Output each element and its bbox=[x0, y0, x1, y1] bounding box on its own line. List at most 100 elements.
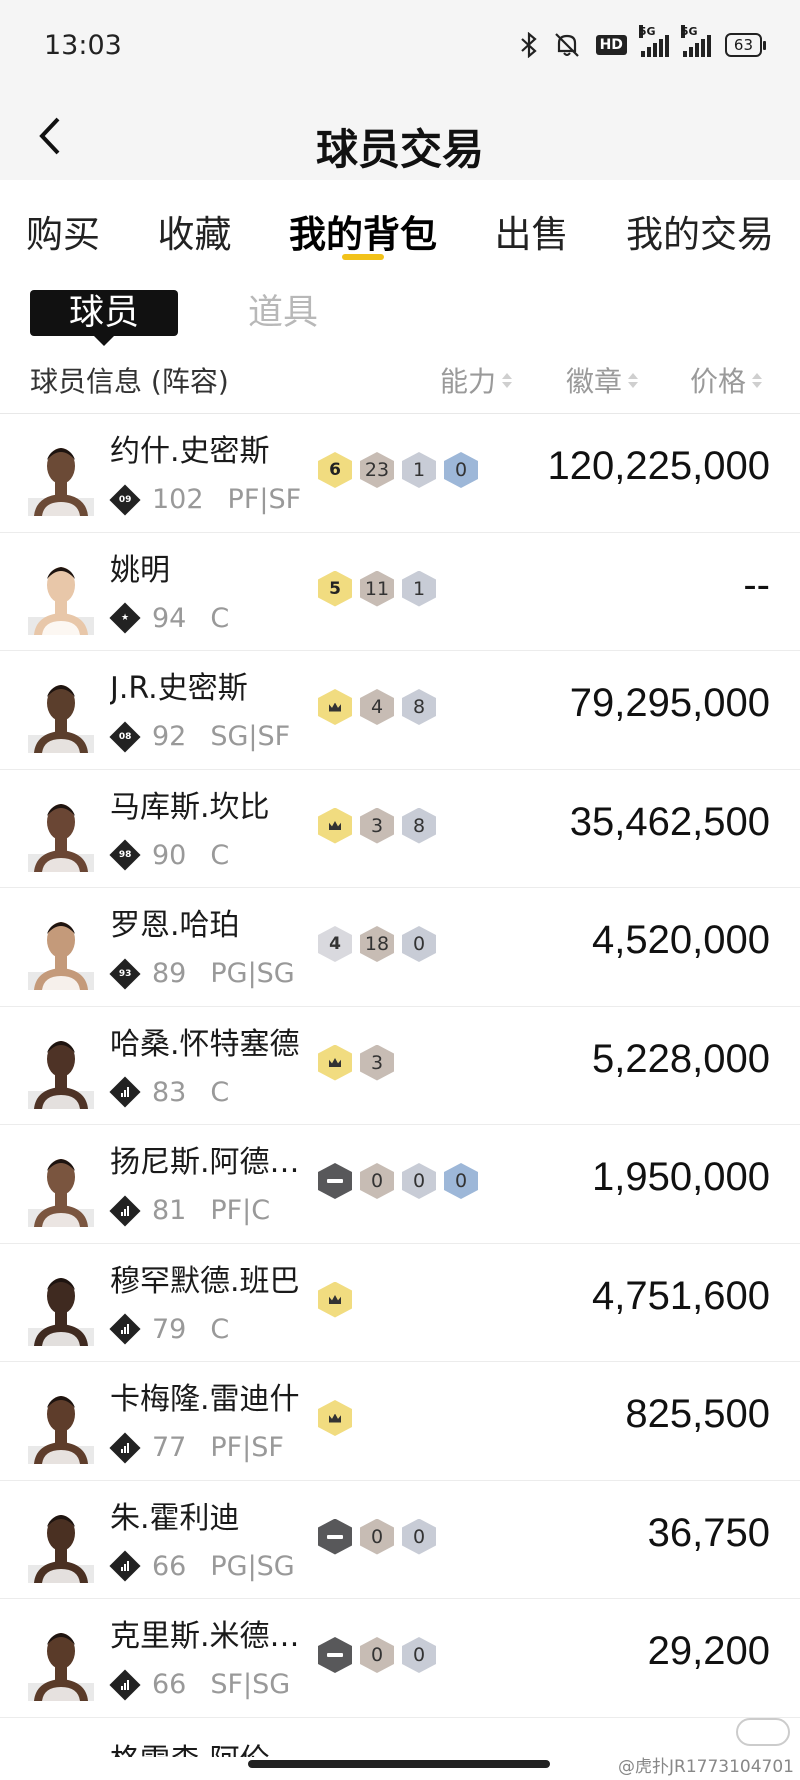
player-ability: 90 bbox=[152, 839, 187, 871]
player-row[interactable]: 扬尼斯.阿德… 81 PF|C 0 0 0 1,950,000 bbox=[0, 1125, 800, 1244]
player-meta: 77 PF|SF bbox=[109, 1431, 284, 1464]
player-position: C bbox=[210, 602, 230, 634]
badge-group bbox=[318, 1400, 352, 1436]
player-ability: 66 bbox=[152, 1669, 187, 1700]
player-ability: 79 bbox=[152, 1313, 187, 1345]
tier-diamond-icon bbox=[109, 1194, 141, 1227]
badge-hex: 23 bbox=[360, 452, 394, 488]
column-player-info: 球员信息 (阵容) bbox=[30, 365, 229, 398]
player-row[interactable]: 克里斯.米德… 66 SF|SG 0 0 29,200 bbox=[0, 1599, 800, 1718]
badge-hex: 1 bbox=[402, 452, 436, 488]
badge-hex: 0 bbox=[402, 1163, 436, 1199]
player-meta: 66 SF|SG bbox=[109, 1668, 290, 1701]
player-meta: 79 C bbox=[109, 1313, 229, 1345]
column-ability-label: 能力 bbox=[440, 365, 497, 398]
signal-5g-icon-2: 5G bbox=[680, 25, 711, 57]
player-row[interactable]: 穆罕默德.班巴 79 C 4,751,600 bbox=[0, 1244, 800, 1362]
tab-my-backpack[interactable]: 我的背包 bbox=[289, 180, 437, 280]
player-ability: 81 bbox=[152, 1195, 187, 1226]
player-name: 克里斯.米德… bbox=[110, 1619, 300, 1654]
watermark: @虎扑JR1773104701 bbox=[618, 1757, 794, 1777]
player-name: 约什.史密斯 bbox=[110, 434, 270, 469]
badge-hex: 4 bbox=[360, 689, 394, 725]
sort-icon bbox=[752, 372, 763, 388]
badge-group: 00 bbox=[318, 1518, 436, 1555]
sort-badges-button[interactable]: 徽章 bbox=[566, 360, 639, 400]
badge-hex: 0 bbox=[360, 1637, 394, 1673]
badge-group: 00 bbox=[318, 1637, 436, 1673]
player-row[interactable]: 哈桑.怀特塞德 83 C 3 5,228,000 bbox=[0, 1007, 800, 1125]
badge-group: 38 bbox=[318, 807, 436, 844]
mute-bell-icon bbox=[552, 32, 582, 58]
player-price: 120,225,000 bbox=[547, 444, 770, 488]
player-avatar bbox=[28, 436, 94, 516]
player-name: 姚明 bbox=[110, 552, 170, 588]
badge-hex: 0 bbox=[402, 1518, 436, 1555]
partial-player-name: 格雷森.阿伦 bbox=[110, 1735, 270, 1757]
sort-icon bbox=[628, 372, 639, 388]
sort-ability-button[interactable]: 能力 bbox=[440, 360, 513, 400]
player-position: PG|SG bbox=[210, 1550, 295, 1582]
home-indicator[interactable] bbox=[248, 1760, 550, 1768]
column-badges-label: 徽章 bbox=[566, 365, 623, 398]
tier-diamond-icon bbox=[109, 1313, 141, 1345]
battery-icon: 63 bbox=[724, 33, 767, 57]
dash-badge-icon bbox=[318, 1518, 352, 1555]
tab-sell[interactable]: 出售 bbox=[495, 180, 569, 280]
bluetooth-icon bbox=[520, 32, 538, 58]
player-meta: 66 PG|SG bbox=[109, 1550, 295, 1582]
player-avatar bbox=[28, 792, 94, 872]
badge-hex: 6 bbox=[318, 452, 352, 488]
player-avatar bbox=[28, 1147, 94, 1227]
player-row[interactable]: 朱.霍利迪 66 PG|SG 0 0 36,750 bbox=[0, 1481, 800, 1599]
player-row[interactable]: 姚明 ★ 94 C 5 11 1 -- bbox=[0, 533, 800, 651]
player-row[interactable]: 约什.史密斯 09 102 PF|SF 6 23 1 0 120,225,000 bbox=[0, 414, 800, 533]
badge-group: 48 bbox=[318, 689, 436, 725]
player-row[interactable]: 罗恩.哈珀 93 89 PG|SG 4 18 0 4,520,000 bbox=[0, 888, 800, 1007]
player-avatar bbox=[28, 910, 94, 990]
dash-badge-icon bbox=[318, 1637, 352, 1673]
tier-diamond-icon bbox=[109, 1076, 141, 1108]
badge-hex: 0 bbox=[402, 926, 436, 962]
tab-favorites[interactable]: 收藏 bbox=[158, 180, 232, 280]
player-name: 罗恩.哈珀 bbox=[110, 908, 240, 943]
player-list: 约什.史密斯 09 102 PF|SF 6 23 1 0 120,225,000 姚明 ★ 94 C 5 1… bbox=[0, 414, 800, 1718]
player-avatar bbox=[28, 1503, 94, 1583]
tier-diamond-icon: 93 bbox=[109, 957, 141, 990]
player-position: C bbox=[210, 1076, 230, 1108]
crown-badge-icon bbox=[318, 1044, 352, 1081]
badge-hex: 0 bbox=[444, 452, 478, 488]
tier-diamond-icon: 09 bbox=[109, 483, 141, 516]
player-meta: 93 89 PG|SG bbox=[109, 957, 295, 990]
player-price: 79,295,000 bbox=[569, 681, 770, 725]
column-price-label: 价格 bbox=[690, 365, 747, 398]
status-time: 13:03 bbox=[44, 30, 122, 61]
hd-icon: HD bbox=[595, 35, 627, 55]
player-name: J.R.史密斯 bbox=[110, 671, 248, 706]
badge-hex: 8 bbox=[402, 807, 436, 844]
tab-my-trades[interactable]: 我的交易 bbox=[626, 180, 774, 280]
subtab-players[interactable]: 球员 bbox=[30, 290, 178, 336]
player-row[interactable]: J.R.史密斯 08 92 SG|SF 4 8 79,295,000 bbox=[0, 651, 800, 770]
player-position: PF|C bbox=[210, 1195, 271, 1226]
badge-group bbox=[318, 1281, 352, 1318]
player-row[interactable]: 卡梅隆.雷迪什 77 PF|SF 825,500 bbox=[0, 1362, 800, 1481]
player-avatar bbox=[28, 1384, 94, 1464]
player-ability: 102 bbox=[152, 484, 204, 515]
player-row[interactable]: 马库斯.坎比 98 90 C 3 8 35,462,500 bbox=[0, 770, 800, 888]
player-ability: 83 bbox=[152, 1076, 187, 1108]
tab-buy[interactable]: 购买 bbox=[26, 180, 100, 280]
badge-hex: 8 bbox=[402, 689, 436, 725]
player-ability: 77 bbox=[152, 1432, 187, 1463]
player-ability: 89 bbox=[152, 958, 187, 989]
tier-diamond-icon bbox=[109, 1431, 141, 1464]
player-price: 4,751,600 bbox=[592, 1273, 770, 1318]
player-price: 36,750 bbox=[647, 1510, 770, 1555]
status-icons: HD 5G 5G 63 bbox=[520, 25, 767, 58]
badge-hex: 3 bbox=[360, 807, 394, 844]
sort-price-button[interactable]: 价格 bbox=[690, 360, 763, 400]
subtab-items[interactable]: 道具 bbox=[248, 290, 318, 336]
sort-icon bbox=[502, 372, 513, 388]
player-position: C bbox=[210, 839, 230, 871]
player-ability: 66 bbox=[152, 1550, 187, 1582]
